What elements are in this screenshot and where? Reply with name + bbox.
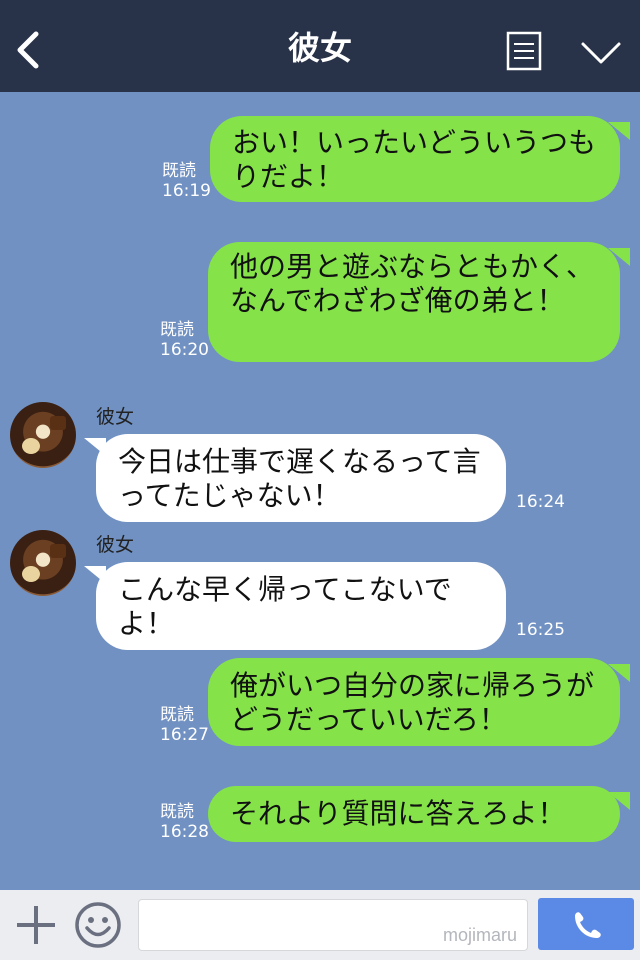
note-icon: [506, 31, 542, 71]
read-receipt: 既読 16:28: [160, 802, 209, 842]
contact-avatar[interactable]: [10, 530, 76, 596]
watermark: mojimaru: [442, 925, 517, 945]
smiley-icon: [75, 902, 121, 948]
plus-icon: [17, 906, 55, 944]
menu-button[interactable]: [506, 31, 542, 71]
my-message-bubble[interactable]: おい！いったいどういうつもりだよ！: [210, 116, 620, 202]
dropdown-button[interactable]: [580, 40, 622, 66]
call-button[interactable]: [538, 898, 634, 950]
bubble-tail: [608, 792, 630, 810]
sender-name: 彼女: [96, 406, 135, 428]
sender-name: 彼女: [96, 534, 135, 556]
read-receipt: 既読 16:27: [160, 705, 209, 745]
bubble-tail: [608, 248, 630, 266]
message-time: 16:20: [160, 340, 209, 360]
phone-icon: [575, 912, 601, 938]
message-time: 16:27: [160, 725, 209, 745]
read-label: 既読: [160, 705, 194, 725]
message-time: 16:25: [516, 620, 565, 640]
bubble-tail: [84, 438, 106, 456]
chat-title: 彼女: [287, 29, 352, 67]
their-message-bubble[interactable]: 今日は仕事で遅くなるって言ってたじゃない！: [96, 434, 506, 522]
message-input[interactable]: mojimaru: [138, 899, 528, 951]
my-message-bubble[interactable]: 他の男と遊ぶならともかく、なんでわざわざ俺の弟と！: [208, 242, 620, 362]
add-attachment-button[interactable]: [14, 903, 58, 947]
my-message-bubble[interactable]: 俺がいつ自分の家に帰ろうがどうだっていいだろ！: [208, 658, 620, 746]
their-message-bubble[interactable]: こんな早く帰ってこないでよ！: [96, 562, 506, 650]
message-list[interactable]: 既読 16:19 おい！いったいどういうつもりだよ！ 既読 16:20 他の男と…: [0, 92, 640, 890]
emoji-button[interactable]: [74, 901, 122, 949]
input-bar: mojimaru: [0, 890, 640, 960]
bubble-tail: [608, 664, 630, 682]
read-label: 既読: [160, 802, 194, 822]
contact-avatar[interactable]: [10, 402, 76, 468]
message-time: 16:24: [516, 492, 565, 512]
read-label: 既読: [160, 320, 194, 340]
my-message-bubble[interactable]: それより質問に答えろよ！: [208, 786, 620, 842]
bubble-tail: [84, 566, 106, 584]
message-time: 16:28: [160, 822, 209, 842]
message-time: 16:19: [162, 181, 211, 201]
chevron-down-icon: [581, 42, 621, 64]
bubble-tail: [608, 122, 630, 140]
chat-header: 彼女: [0, 0, 640, 92]
read-receipt: 既読 16:20: [160, 320, 209, 360]
read-receipt: 既読 16:19: [162, 161, 211, 201]
read-label: 既読: [162, 161, 196, 181]
